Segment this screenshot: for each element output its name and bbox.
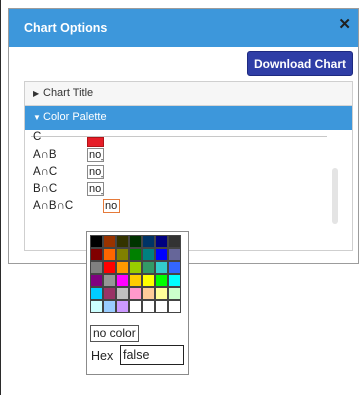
color-picker-popup: no color Hex [86,231,189,375]
color-swatch[interactable] [129,248,142,261]
palette-row-a-and-b: A∩B no_ [25,148,345,164]
palette-row-a-and-c: A∩C no_ [25,165,345,181]
color-swatch[interactable] [142,235,155,248]
color-value-field[interactable]: no_ [87,182,104,196]
color-swatch[interactable] [168,261,181,274]
color-swatch[interactable] [155,248,168,261]
hex-input[interactable] [120,345,184,365]
row-label: A∩C [33,166,58,178]
color-swatch[interactable] [142,261,155,274]
color-swatch[interactable] [103,261,116,274]
color-palette-label: Color Palette [43,111,107,123]
no-color-button[interactable]: no color [90,325,139,342]
color-swatch[interactable] [155,274,168,287]
color-swatch[interactable] [129,287,142,300]
color-swatch[interactable] [168,287,181,300]
color-swatch[interactable] [90,248,103,261]
color-swatch[interactable] [116,287,129,300]
palette-row-b-and-c: B∩C no_ [25,182,345,198]
row-label: A∩B∩C [33,200,74,212]
hex-label: Hex [91,349,114,363]
row-label: C [33,131,42,143]
color-swatch[interactable] [116,261,129,274]
color-swatch[interactable] [103,235,116,248]
color-swatch[interactable] [142,300,155,313]
color-swatch[interactable] [155,235,168,248]
triangle-down-icon: ▼ [33,113,41,122]
close-icon[interactable]: ✕ [338,15,351,33]
row-label: B∩C [33,183,58,195]
color-swatch[interactable] [168,274,181,287]
dialog-title: Chart Options [24,21,108,35]
color-swatch[interactable] [116,235,129,248]
color-swatch[interactable] [90,235,103,248]
color-swatch[interactable] [90,287,103,300]
color-swatch[interactable] [129,300,142,313]
palette-row-a-and-b-and-c: A∩B∩C no [25,199,345,215]
color-swatch[interactable] [142,274,155,287]
color-swatch[interactable] [103,287,116,300]
color-swatch[interactable] [129,235,142,248]
color-value-field[interactable]: no_ [87,165,104,179]
color-swatch[interactable] [103,300,116,313]
dialog-titlebar[interactable]: Chart Options ✕ [9,9,358,47]
color-swatch[interactable] [168,248,181,261]
color-swatch[interactable] [116,274,129,287]
color-swatch[interactable] [142,248,155,261]
color-swatch[interactable] [168,300,181,313]
scrollbar-thumb[interactable] [332,168,338,224]
triangle-right-icon: ▶ [33,89,40,98]
color-value-field[interactable]: no_ [87,148,104,162]
color-swatch-button[interactable] [87,137,104,147]
chart-title-label: Chart Title [43,87,94,99]
color-value-field[interactable]: no [103,199,120,213]
row-label: A∩B [33,149,57,161]
color-swatch[interactable] [103,274,116,287]
color-swatch[interactable] [155,261,168,274]
chart-options-dialog: Chart Options ✕ Download Chart ▶ Chart Ti… [8,8,359,264]
color-swatch[interactable] [155,287,168,300]
color-swatch[interactable] [116,248,129,261]
color-swatch[interactable] [116,300,129,313]
chart-title-header[interactable]: ▶ Chart Title [25,82,352,106]
color-swatch[interactable] [103,248,116,261]
swatch-grid [90,235,181,313]
color-swatch[interactable] [129,261,142,274]
download-chart-button[interactable]: Download Chart [247,51,353,76]
color-swatch[interactable] [155,300,168,313]
color-swatch[interactable] [142,287,155,300]
color-swatch[interactable] [90,300,103,313]
color-swatch[interactable] [168,235,181,248]
page-edge-line [0,0,1,395]
color-palette-header[interactable]: ▼ Color Palette [25,106,352,130]
color-swatch[interactable] [90,274,103,287]
options-accordion: ▶Chart Title ▼Color Palette C A∩B no_ A∩… [24,81,353,251]
color-swatch[interactable] [90,261,103,274]
color-swatch[interactable] [129,274,142,287]
